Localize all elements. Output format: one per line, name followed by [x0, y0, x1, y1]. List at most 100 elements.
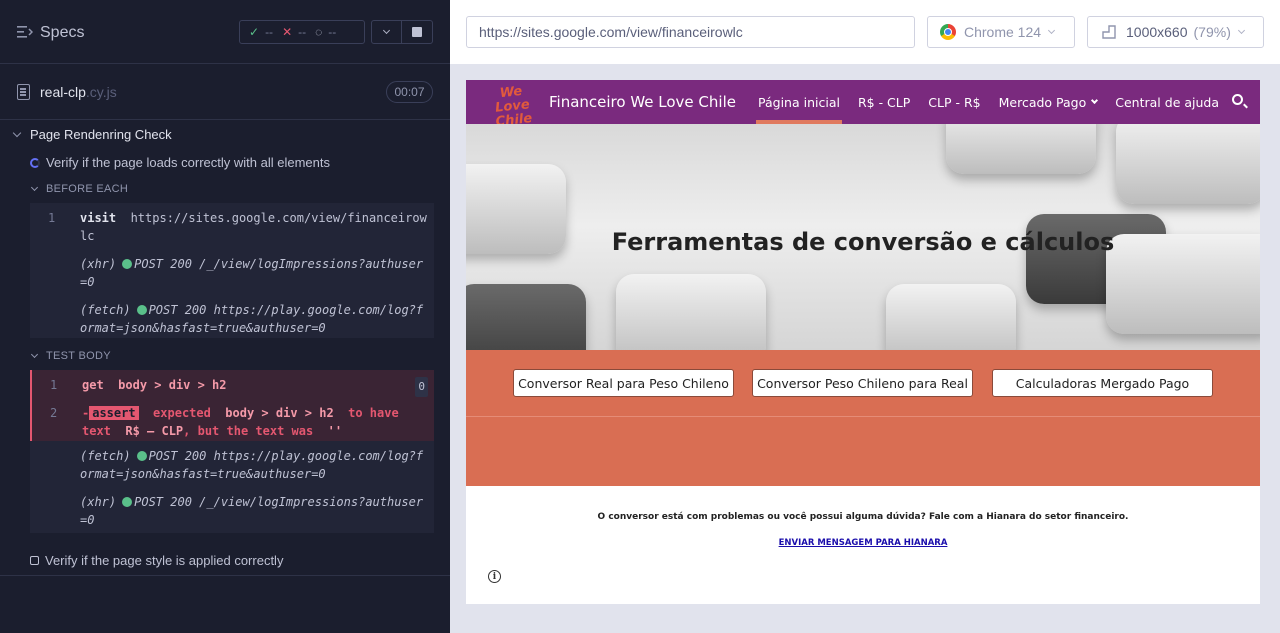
pending-count: --: [328, 25, 337, 39]
nav-label: Mercado Pago: [998, 94, 1087, 110]
command-name: visit: [80, 211, 117, 225]
command-type: (xhr): [80, 495, 117, 509]
site-logo[interactable]: We Love Chile: [484, 83, 539, 130]
options-button[interactable]: [372, 21, 403, 43]
chevron-down-icon: [382, 26, 391, 34]
file-icon: [17, 84, 30, 100]
command-fetch[interactable]: (fetch) POST 200 https://play.google.com/…: [30, 441, 434, 487]
site-nav: Página inicial R$ - CLP CLP - R$ Mercado…: [756, 80, 1237, 124]
search-icon[interactable]: [1232, 94, 1243, 105]
chevron-down-icon: [1048, 26, 1056, 34]
viewport-size: 1000x660: [1126, 24, 1188, 40]
before-each-header[interactable]: BEFORE EACH: [30, 183, 128, 195]
pending-stat: ◌ --: [315, 25, 336, 39]
command-assert[interactable]: 2 - assert expected body > div > h2 to ha…: [30, 398, 434, 441]
nav-item-help[interactable]: Central de ajuda: [1115, 80, 1219, 124]
suite-title[interactable]: Page Rendenring Check: [12, 127, 172, 142]
test-item-loads[interactable]: Verify if the page loads correctly with …: [30, 155, 330, 170]
suite-label: Page Rendenring Check: [30, 127, 172, 142]
chevron-down-icon: [30, 183, 39, 191]
command-xhr[interactable]: (xhr) POST 200 /_/view/logImpressions?aut…: [30, 487, 434, 533]
running-spinner-icon: [30, 157, 40, 168]
aut-panel: https://sites.google.com/view/financeiro…: [450, 0, 1280, 633]
check-icon: ✓: [249, 25, 260, 39]
x-icon: ✕: [282, 25, 293, 39]
command-name: get: [82, 378, 104, 392]
spec-file-row: real-clp.cy.js 00:07: [0, 64, 450, 120]
chevron-down-icon: [1091, 96, 1099, 104]
assert-text: expected: [153, 406, 211, 420]
duration-badge: 00:07: [386, 81, 433, 103]
run-controls: [371, 20, 433, 44]
assert-tag: assert: [89, 406, 139, 420]
conversor-real-clp-button[interactable]: Conversor Real para Peso Chileno: [513, 369, 734, 397]
assert-selector: body > div > h2: [225, 406, 334, 420]
nav-item-real-clp[interactable]: R$ - CLP: [858, 80, 910, 124]
status-dot-icon: [122, 259, 133, 269]
keyboard-key-image: [466, 284, 586, 350]
hero-title: Ferramentas de conversão e cálculos: [611, 228, 1115, 256]
stop-icon: [412, 27, 422, 37]
command-number: 2: [50, 406, 58, 420]
buttons-section: Conversor Real para Peso Chileno Convers…: [466, 350, 1260, 486]
assert-actual: '': [327, 424, 343, 438]
nav-item-mercado-pago[interactable]: Mercado Pago: [998, 80, 1099, 124]
failed-stat: ✕ --: [282, 25, 306, 39]
status-dot-icon: [136, 451, 147, 461]
command-arg: https://sites.google.com/view/financeiro…: [80, 211, 427, 243]
test-item-style[interactable]: Verify if the page style is applied corr…: [30, 553, 283, 568]
test-label: Verify if the page style is applied corr…: [45, 553, 284, 568]
contact-link[interactable]: ENVIAR MENSAGEM PARA HIANARA: [466, 538, 1260, 548]
before-each-commands: 1 visit https://sites.google.com/view/fi…: [30, 203, 434, 338]
stop-button[interactable]: [402, 21, 432, 43]
command-get[interactable]: 1 get body > div > h2 0: [30, 370, 434, 398]
chevron-down-icon: [12, 128, 22, 137]
site-title[interactable]: Financeiro We Love Chile: [549, 93, 736, 111]
calculadoras-button[interactable]: Calculadoras Mergado Pago: [992, 369, 1213, 397]
ruler-icon: [1102, 25, 1116, 39]
url-bar[interactable]: https://sites.google.com/view/financeiro…: [466, 16, 915, 48]
keyboard-key-image: [886, 284, 1016, 350]
assert-text: , but the text was: [183, 424, 314, 438]
test-body-commands: 1 get body > div > h2 0 2 - assert expect…: [30, 370, 434, 533]
chevron-down-icon: [30, 350, 39, 358]
command-text: POST 200 https://play.google.com/log?for…: [80, 303, 424, 335]
passed-count: --: [265, 25, 274, 39]
pending-icon: ◌: [315, 25, 323, 39]
keyboard-key-image: [616, 274, 766, 350]
specs-list-icon[interactable]: [17, 25, 33, 39]
passed-stat: ✓ --: [249, 25, 273, 39]
command-text: POST 200 https://play.google.com/log?for…: [80, 449, 424, 481]
browser-selector[interactable]: Chrome 124: [927, 16, 1075, 48]
test-body-header[interactable]: TEST BODY: [30, 350, 111, 362]
site-preview: We Love Chile Financeiro We Love Chile Pá…: [466, 80, 1260, 604]
footer-message: O conversor está com problemas ou você p…: [597, 512, 1129, 522]
keyboard-key-image: [1116, 124, 1260, 204]
divider: [0, 575, 450, 576]
command-arg: body > div > h2: [118, 378, 227, 392]
command-visit[interactable]: 1 visit https://sites.google.com/view/fi…: [30, 203, 434, 249]
command-type: (fetch): [80, 303, 131, 317]
command-number: 1: [48, 211, 56, 225]
file-ext-text: .cy.js: [85, 84, 117, 100]
command-number: 1: [50, 378, 58, 392]
nav-item-clp-real[interactable]: CLP - R$: [928, 80, 980, 124]
spec-file-name[interactable]: real-clp.cy.js: [40, 84, 117, 100]
chrome-icon: [940, 24, 956, 40]
site-navbar: We Love Chile Financeiro We Love Chile Pá…: [466, 80, 1260, 130]
hero-banner: Ferramentas de conversão e cálculos: [466, 124, 1260, 350]
section-label: TEST BODY: [46, 350, 111, 362]
pending-test-icon: [30, 556, 39, 565]
viewport-selector[interactable]: 1000x660 (79%): [1087, 16, 1264, 48]
runner-header: Specs ✓ -- ✕ -- ◌ --: [0, 0, 450, 64]
stats-box: ✓ -- ✕ -- ◌ --: [239, 20, 365, 44]
failed-count: --: [298, 25, 307, 39]
browser-name: Chrome 124: [964, 24, 1042, 40]
command-fetch[interactable]: (fetch) POST 200 https://play.google.com/…: [30, 295, 434, 338]
command-xhr[interactable]: (xhr) POST 200 /_/view/logImpressions?aut…: [30, 249, 434, 295]
nav-item-home[interactable]: Página inicial: [756, 80, 842, 124]
aut-toolbar: https://sites.google.com/view/financeiro…: [450, 0, 1280, 64]
specs-title[interactable]: Specs: [40, 24, 84, 42]
info-icon[interactable]: i: [488, 570, 501, 583]
conversor-clp-real-button[interactable]: Conversor Peso Chileno para Real: [752, 369, 973, 397]
